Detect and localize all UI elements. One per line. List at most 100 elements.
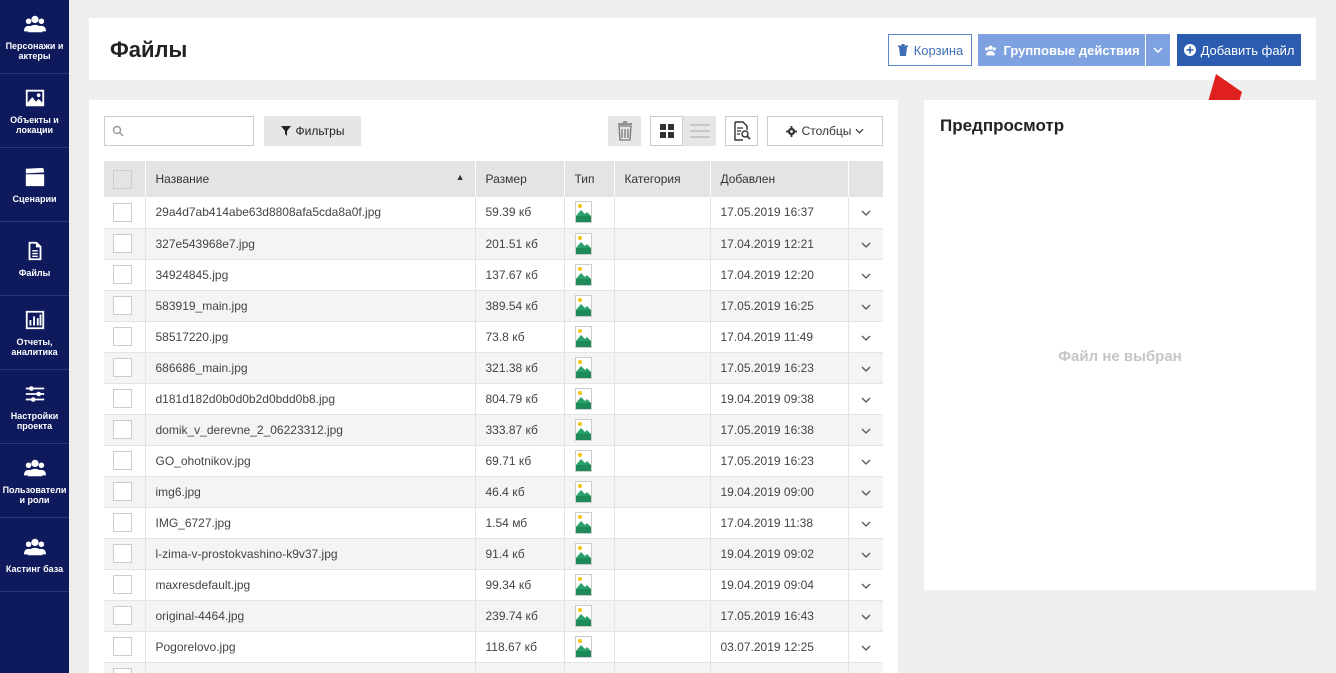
row-actions-cell[interactable] [848,538,883,570]
chevron-down-icon[interactable] [861,490,871,496]
file-name[interactable]: original-4464.jpg [145,600,476,632]
column-header-type[interactable]: Тип [564,161,615,197]
table-row[interactable]: maxresdefault.jpg 99.34 кб 19.04.2019 09:0… [104,569,883,601]
sidebar-item-objects[interactable]: Объекты и локации [0,74,69,148]
chevron-down-icon[interactable] [861,210,871,217]
column-header-size[interactable]: Размер [475,161,565,197]
row-actions-cell[interactable] [848,321,883,353]
list-view-button[interactable] [683,116,716,146]
file-name[interactable]: 583919_main.jpg [145,290,476,322]
sidebar-item-scripts[interactable]: Сценарии [0,148,69,222]
sidebar-item-users[interactable]: Пользователи и роли [0,444,69,518]
chevron-down-icon[interactable] [861,366,871,372]
row-checkbox[interactable] [113,513,132,532]
trash-button[interactable]: Корзина [888,34,972,66]
row-checkbox[interactable] [113,575,132,594]
row-actions-cell[interactable] [848,507,883,539]
row-actions-cell[interactable] [848,197,883,229]
group-actions-button[interactable]: Групповые действия [978,34,1145,66]
file-name[interactable]: IMG_6727.jpg [145,507,476,539]
file-name[interactable]: domik_v_derevne_2_06223312.jpg [145,414,476,446]
row-checkbox[interactable] [113,202,132,222]
row-actions-cell[interactable] [848,476,883,508]
table-row[interactable]: 29a4d7ab414abe63d8808afa5cda8a0f.jpg 59.3… [104,197,883,229]
file-name[interactable]: img6.jpg [145,476,476,508]
table-row[interactable]: l-zima-v-prostokvashino-k9v37.jpg 91.4 кб… [104,538,883,570]
file-name[interactable]: d181d182d0b0d0b2d0bdd0b8.jpg [145,383,476,415]
table-row[interactable]: original-4464.jpg 239.74 кб 17.05.2019 16:… [104,600,883,632]
row-checkbox[interactable] [113,637,132,656]
row-actions-cell[interactable] [848,631,883,663]
chevron-down-icon[interactable] [861,335,871,341]
chevron-down-icon[interactable] [861,521,871,527]
row-actions-cell[interactable] [848,259,883,291]
delete-selected-button[interactable] [608,116,641,146]
file-name[interactable]: GO_ohotnikov.jpg [145,445,476,477]
table-row[interactable]: d181d182d0b0d0b2d0bdd0b8.jpg 804.79 кб 19.… [104,383,883,415]
file-name[interactable]: 327e543968e7.jpg [145,228,476,260]
file-name[interactable] [145,662,476,673]
file-name[interactable]: 686686_main.jpg [145,352,476,384]
row-checkbox[interactable] [113,389,132,408]
search-input[interactable] [129,121,249,141]
row-checkbox[interactable] [113,358,132,377]
table-row[interactable]: IMG_6727.jpg 1.54 мб 17.04.2019 11:38 [104,507,883,539]
sidebar-item-characters[interactable]: Персонажи и актеры [0,0,69,74]
row-checkbox[interactable] [113,234,132,253]
table-row[interactable]: Pogorelovo.jpg 118.67 кб 03.07.2019 12:25 [104,631,883,663]
file-name[interactable]: 58517220.jpg [145,321,476,353]
select-all-checkbox[interactable] [113,169,132,189]
column-header-name[interactable]: Название ▲ [145,161,476,197]
row-actions-cell[interactable] [848,569,883,601]
table-row[interactable]: GO_ohotnikov.jpg 69.71 кб 17.05.2019 16:23 [104,445,883,477]
row-actions-cell[interactable] [848,445,883,477]
grid-view-button[interactable] [650,116,683,146]
sidebar-item-casting[interactable]: Кастинг база [0,518,69,592]
row-checkbox[interactable] [113,451,132,470]
table-row[interactable] [104,662,883,673]
chevron-down-icon[interactable] [861,459,871,465]
row-checkbox[interactable] [113,544,132,563]
chevron-down-icon[interactable] [861,304,871,310]
filters-button[interactable]: Фильтры [264,116,361,146]
table-row[interactable]: img6.jpg 46.4 кб 19.04.2019 09:00 [104,476,883,508]
table-row[interactable]: 583919_main.jpg 389.54 кб 17.05.2019 16:25 [104,290,883,322]
chevron-down-icon[interactable] [861,614,871,620]
chevron-down-icon[interactable] [861,552,871,558]
sidebar-item-files[interactable]: Файлы [0,222,69,296]
table-row[interactable]: 327e543968e7.jpg 201.51 кб 17.04.2019 12:2… [104,228,883,260]
chevron-down-icon[interactable] [861,397,871,403]
chevron-down-icon[interactable] [861,428,871,434]
table-row[interactable]: domik_v_derevne_2_06223312.jpg 333.87 кб 1… [104,414,883,446]
column-header-category[interactable]: Категория [614,161,711,197]
row-actions-cell[interactable] [848,662,883,673]
sidebar-item-settings[interactable]: Настройки проекта [0,370,69,444]
sidebar-item-reports[interactable]: Отчеты, аналитика [0,296,69,370]
file-name[interactable]: 29a4d7ab414abe63d8808afa5cda8a0f.jpg [145,197,476,229]
add-file-button[interactable]: Добавить файл [1177,34,1301,66]
file-name[interactable]: 34924845.jpg [145,259,476,291]
table-row[interactable]: 686686_main.jpg 321.38 кб 17.05.2019 16:23 [104,352,883,384]
row-actions-cell[interactable] [848,414,883,446]
group-actions-dropdown[interactable] [1146,34,1170,66]
row-checkbox[interactable] [113,668,132,673]
chevron-down-icon[interactable] [861,583,871,589]
chevron-down-icon[interactable] [861,273,871,279]
row-actions-cell[interactable] [848,383,883,415]
row-actions-cell[interactable] [848,228,883,260]
row-actions-cell[interactable] [848,600,883,632]
row-checkbox[interactable] [113,482,132,501]
row-actions-cell[interactable] [848,352,883,384]
row-checkbox[interactable] [113,296,132,315]
file-name[interactable]: Pogorelovo.jpg [145,631,476,663]
file-name[interactable]: l-zima-v-prostokvashino-k9v37.jpg [145,538,476,570]
file-name[interactable]: maxresdefault.jpg [145,569,476,601]
chevron-down-icon[interactable] [861,242,871,248]
table-row[interactable]: 34924845.jpg 137.67 кб 17.04.2019 12:20 [104,259,883,291]
column-header-added[interactable]: Добавлен [710,161,849,197]
row-checkbox[interactable] [113,327,132,346]
row-checkbox[interactable] [113,606,132,625]
columns-dropdown[interactable]: Столбцы [767,116,883,146]
row-actions-cell[interactable] [848,290,883,322]
preview-toggle-button[interactable] [725,116,758,146]
